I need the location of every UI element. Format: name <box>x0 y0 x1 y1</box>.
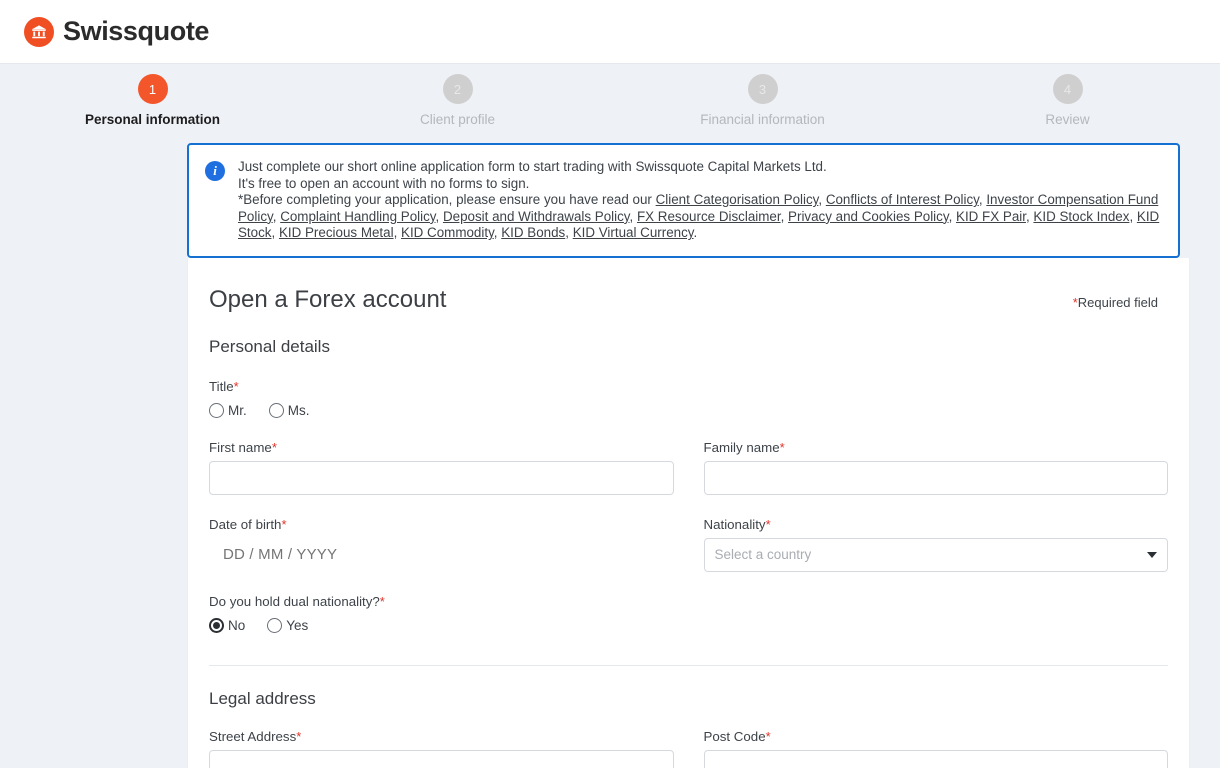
post-code-label: Post Code* <box>704 729 1169 744</box>
radio-option-ms[interactable]: Ms. <box>268 402 310 418</box>
first-name-required-asterisk: * <box>271 439 277 455</box>
title-radio-group: Mr. Ms. <box>209 402 1168 418</box>
policy-link[interactable]: Conflicts of Interest Policy <box>826 192 979 207</box>
required-note-label: Required field <box>1077 294 1158 310</box>
radio-label-ms: Ms. <box>287 402 310 418</box>
info-icon: i <box>205 161 225 181</box>
field-street-address: Street Address* <box>209 729 674 768</box>
stepper-step-client-profile[interactable]: 2 Client profile <box>305 74 610 127</box>
field-family-name: Family name* <box>703 440 1169 495</box>
policy-link[interactable]: KID Precious Metal <box>279 225 394 240</box>
field-date-of-birth: Date of birth* <box>209 517 674 572</box>
title-label-text: Title <box>209 378 234 394</box>
form-header: Open a Forex account *Required field <box>209 286 1168 314</box>
section-divider <box>209 664 1168 666</box>
step-number-badge: 4 <box>1052 74 1083 104</box>
date-of-birth-input[interactable] <box>209 537 674 572</box>
banner-line-2: It's free to open an account with no for… <box>238 175 530 191</box>
step-label: Review <box>1045 112 1090 127</box>
radio-label-no: No <box>228 617 246 633</box>
nationality-select-wrapper: Select a country <box>703 537 1168 572</box>
radio-label-yes: Yes <box>286 617 309 633</box>
step-label: Financial information <box>700 112 825 127</box>
first-name-input[interactable] <box>209 460 674 495</box>
policy-link[interactable]: KID Commodity <box>401 225 494 240</box>
field-dual-nationality: Do you hold dual nationality?* No Yes <box>209 594 1168 633</box>
nationality-label: Nationality* <box>704 517 1169 532</box>
stepper-step-review[interactable]: 4 Review <box>915 74 1220 127</box>
date-of-birth-label-text: Date of birth <box>209 516 282 532</box>
field-title: Title* Mr. Ms. <box>209 379 1168 418</box>
nationality-label-text: Nationality <box>703 516 766 532</box>
step-number-badge: 3 <box>747 74 778 104</box>
application-form-card: Open a Forex account *Required field Per… <box>187 257 1190 768</box>
step-number-badge: 1 <box>137 74 168 104</box>
date-of-birth-required-asterisk: * <box>281 516 287 532</box>
app-header: Swissquote <box>0 0 1220 64</box>
radio-circle-no[interactable] <box>209 617 224 633</box>
radio-circle-mr[interactable] <box>209 402 224 418</box>
title-label: Title* <box>209 379 1168 394</box>
street-address-required-asterisk: * <box>296 728 302 744</box>
policy-link[interactable]: Client Categorisation Policy <box>656 192 819 207</box>
field-nationality: Nationality* Select a country <box>703 517 1169 572</box>
dual-nationality-radio-group: No Yes <box>209 617 1168 633</box>
banner-line-1: Just complete our short online applicati… <box>238 159 827 174</box>
first-name-label-text: First name <box>209 439 272 455</box>
family-name-input[interactable] <box>703 460 1168 495</box>
section-heading-personal-details: Personal details <box>209 336 330 356</box>
policy-link[interactable]: Complaint Handling Policy <box>280 209 435 224</box>
family-name-label: Family name* <box>704 440 1169 455</box>
family-name-required-asterisk: * <box>779 439 785 455</box>
info-banner: i Just complete our short online applica… <box>187 143 1180 258</box>
dual-nationality-label-text: Do you hold dual nationality? <box>209 593 380 609</box>
required-field-note: *Required field <box>1073 295 1168 310</box>
post-code-input[interactable] <box>703 749 1168 768</box>
brand-name: Swissquote <box>63 16 210 46</box>
radio-circle-yes[interactable] <box>267 617 283 633</box>
policy-link[interactable]: KID Virtual Currency <box>573 225 694 240</box>
policy-link[interactable]: Privacy and Cookies Policy <box>788 209 949 224</box>
date-of-birth-label: Date of birth* <box>209 517 674 532</box>
stepper-step-personal-information[interactable]: 1 Personal information <box>0 74 305 127</box>
row-address: Street Address* Post Code* <box>209 729 1168 768</box>
row-names: First name* Family name* <box>209 440 1168 495</box>
first-name-label: First name* <box>209 440 674 455</box>
banner-line-3-prefix: *Before completing your application, ple… <box>238 192 656 208</box>
street-address-label-text: Street Address <box>209 728 297 744</box>
field-first-name: First name* <box>209 440 674 495</box>
swissquote-logo-icon <box>24 16 54 47</box>
brand-logo[interactable]: Swissquote <box>24 16 210 47</box>
row-dob-nationality: Date of birth* Nationality* Select a cou… <box>209 517 1168 572</box>
family-name-label-text: Family name <box>703 439 780 455</box>
info-banner-text: Just complete our short online applicati… <box>238 159 1164 242</box>
policy-link[interactable]: KID Bonds <box>501 225 565 240</box>
page-title: Open a Forex account <box>209 285 447 313</box>
section-heading-legal-address: Legal address <box>209 688 316 708</box>
dual-nationality-label: Do you hold dual nationality?* <box>209 594 1168 609</box>
post-code-label-text: Post Code <box>703 728 766 744</box>
policy-link[interactable]: FX Resource Disclaimer <box>637 209 781 224</box>
field-post-code: Post Code* <box>703 729 1169 768</box>
stepper-step-financial-information[interactable]: 3 Financial information <box>610 74 915 127</box>
street-address-input[interactable] <box>209 749 674 768</box>
radio-label-mr: Mr. <box>228 402 247 418</box>
step-number-badge: 2 <box>442 74 473 104</box>
radio-circle-ms[interactable] <box>268 402 284 418</box>
progress-stepper: 1 Personal information 2 Client profile … <box>0 64 1220 140</box>
radio-option-yes[interactable]: Yes <box>267 617 309 633</box>
radio-option-no[interactable]: No <box>209 617 246 633</box>
step-label: Personal information <box>84 112 221 127</box>
dual-nationality-required-asterisk: * <box>379 593 385 609</box>
radio-option-mr[interactable]: Mr. <box>209 402 247 418</box>
title-required-asterisk: * <box>233 378 239 394</box>
step-label: Client profile <box>419 112 496 127</box>
nationality-required-asterisk: * <box>765 516 771 532</box>
post-code-required-asterisk: * <box>765 728 771 744</box>
policy-link[interactable]: KID FX Pair <box>956 209 1026 224</box>
nationality-select[interactable]: Select a country <box>703 537 1168 572</box>
policy-link[interactable]: Deposit and Withdrawals Policy <box>443 209 630 224</box>
policy-link[interactable]: KID Stock Index <box>1033 209 1129 224</box>
street-address-label: Street Address* <box>209 729 674 744</box>
